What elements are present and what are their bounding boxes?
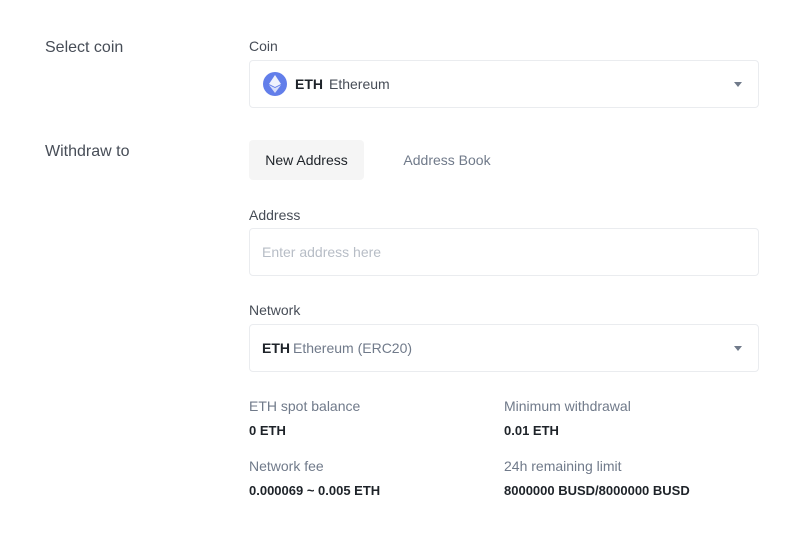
- spot-balance-label: ETH spot balance: [249, 398, 361, 414]
- network-fee-value: 0.000069 ~ 0.005 ETH: [249, 483, 381, 498]
- address-field: [249, 228, 759, 276]
- network-fee-label: Network fee: [249, 458, 324, 474]
- remaining-limit-label: 24h remaining limit: [504, 458, 622, 474]
- min-withdrawal-label: Minimum withdrawal: [504, 398, 631, 414]
- coin-name: Ethereum: [329, 76, 390, 92]
- coin-select[interactable]: ETH Ethereum: [249, 60, 759, 108]
- coin-ticker: ETH: [295, 76, 323, 92]
- network-select[interactable]: ETH Ethereum (ERC20): [249, 324, 759, 372]
- address-field-label: Address: [249, 207, 301, 223]
- ethereum-icon: [263, 72, 287, 96]
- chevron-down-icon: [734, 82, 742, 87]
- coin-field-label: Coin: [249, 38, 278, 54]
- network-name: Ethereum (ERC20): [293, 340, 413, 356]
- tab-new-address[interactable]: New Address: [249, 140, 364, 180]
- remaining-limit-value: 8000000 BUSD/8000000 BUSD: [504, 483, 690, 498]
- min-withdrawal-value: 0.01 ETH: [504, 423, 559, 438]
- network-field-label: Network: [249, 302, 301, 318]
- network-ticker: ETH: [262, 340, 290, 356]
- address-input[interactable]: [250, 229, 758, 275]
- select-coin-label: Select coin: [45, 39, 124, 56]
- chevron-down-icon: [734, 346, 742, 351]
- withdraw-to-label: Withdraw to: [45, 143, 130, 160]
- spot-balance-value: 0 ETH: [249, 423, 286, 438]
- tab-address-book[interactable]: Address Book: [388, 140, 506, 180]
